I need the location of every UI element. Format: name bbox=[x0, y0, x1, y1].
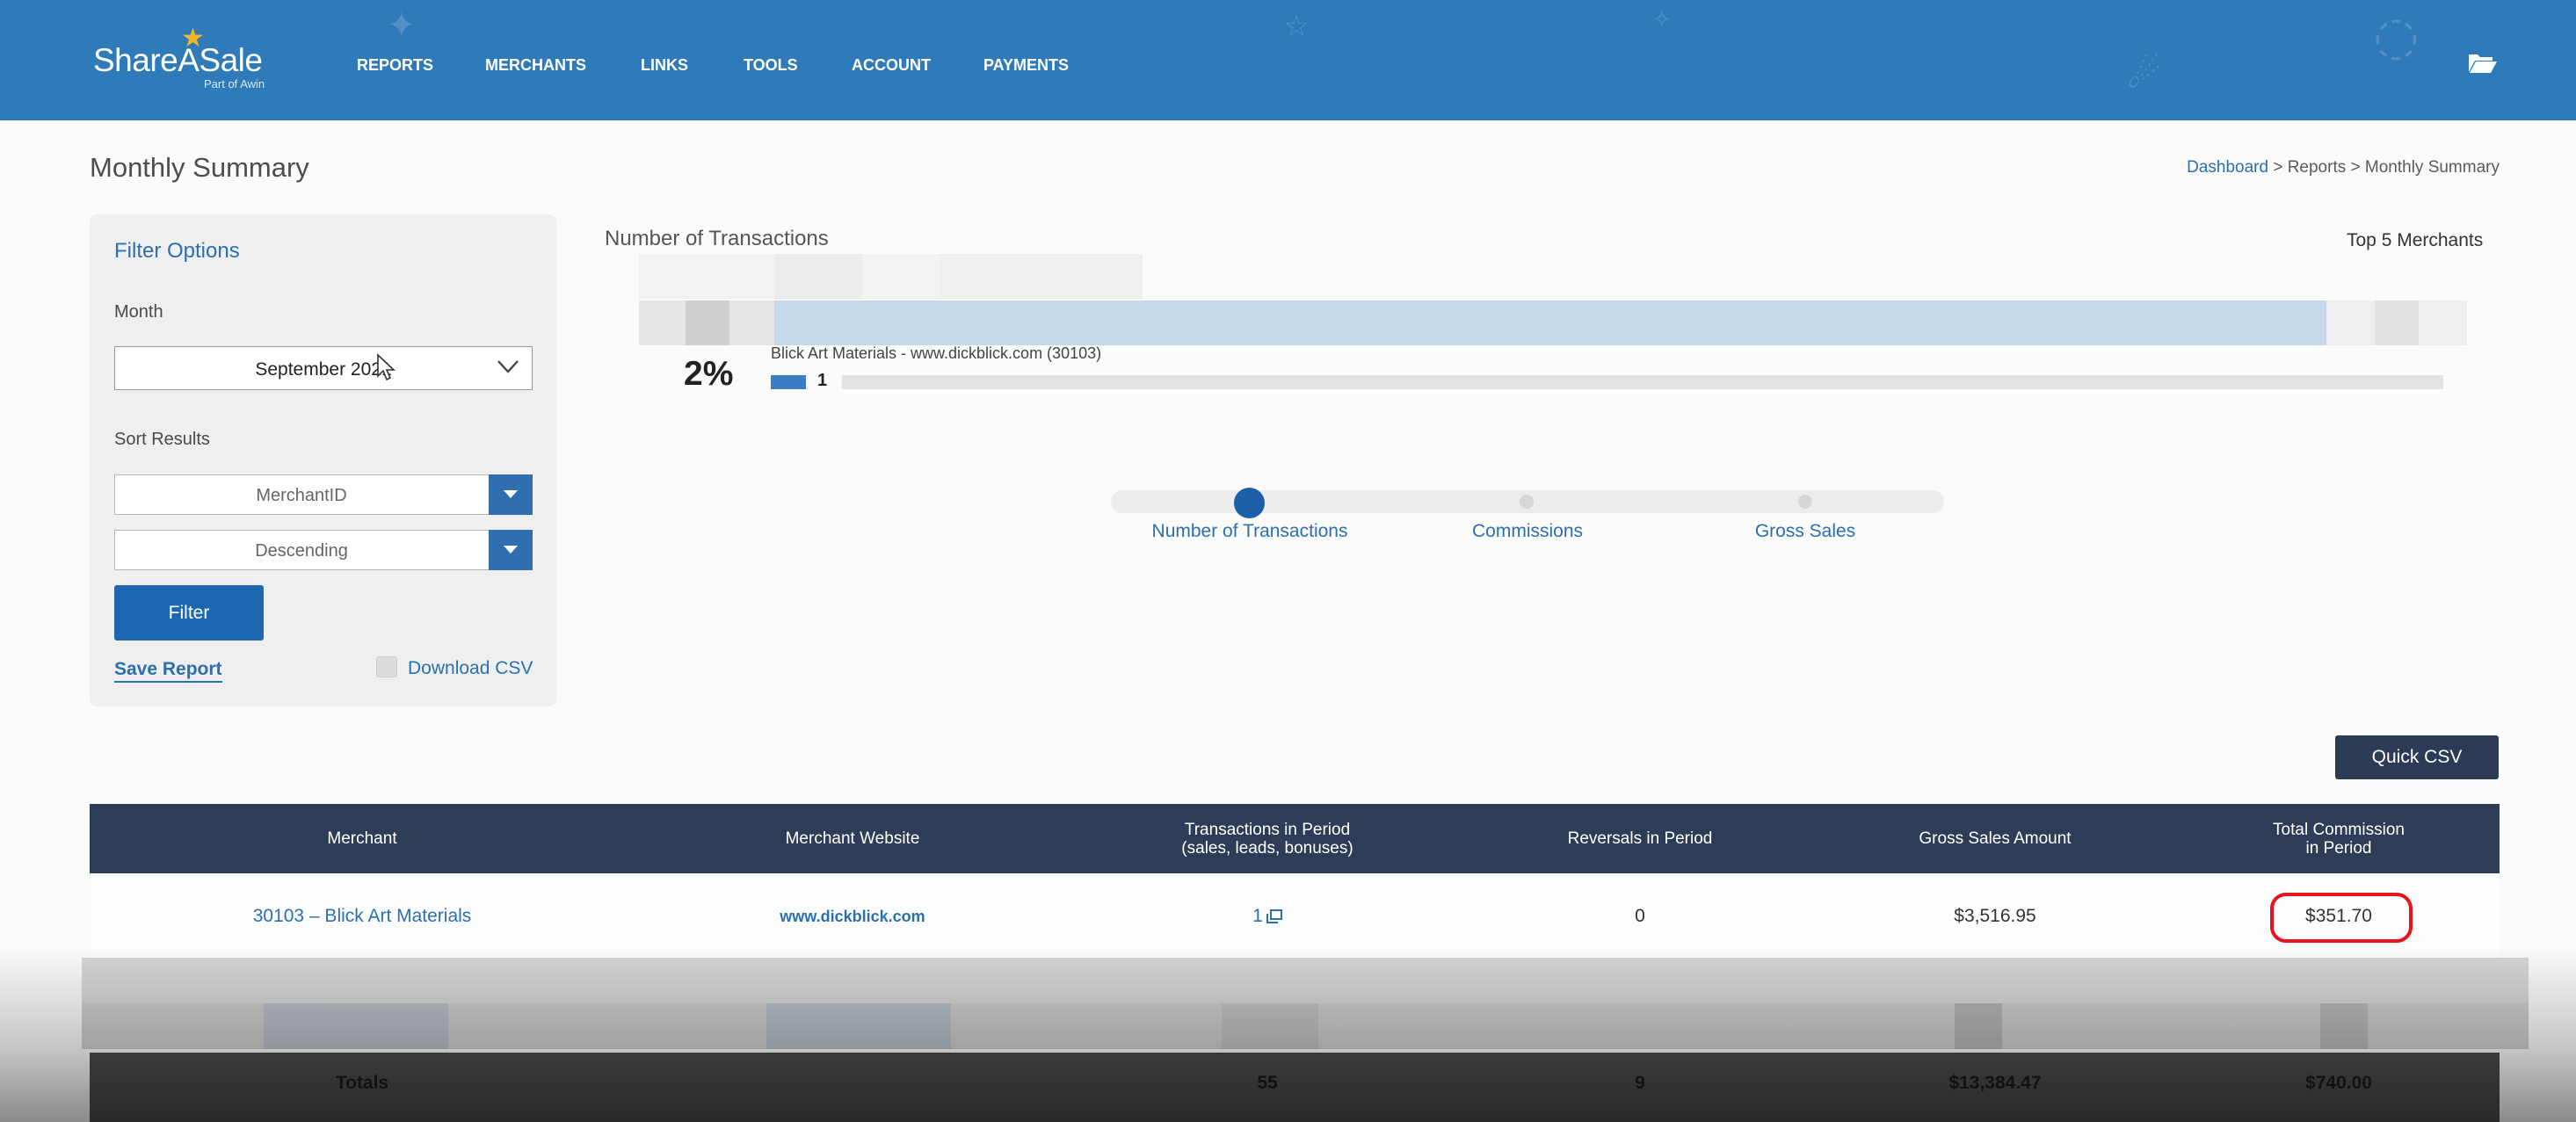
decorative-doodle: ☄ bbox=[2127, 53, 2162, 98]
sort-order-select[interactable]: Descending bbox=[114, 530, 533, 570]
main-nav: REPORTS MERCHANTS LINKS TOOLS ACCOUNT PA… bbox=[357, 56, 1107, 75]
caret-down-icon[interactable] bbox=[489, 474, 533, 515]
column-header-line: Total Commission bbox=[2273, 820, 2405, 839]
logo-text: ShareASale bbox=[93, 42, 263, 78]
column-header-line: (sales, leads, bonuses) bbox=[1181, 838, 1353, 858]
merchant-bar-label: Blick Art Materials - www.dickblick.com … bbox=[771, 344, 1102, 362]
transaction-count: 1 bbox=[817, 371, 828, 390]
nav-account[interactable]: ACCOUNT bbox=[852, 56, 983, 75]
blurred-region bbox=[1222, 1003, 1318, 1049]
totals-transactions: 55 bbox=[1257, 1073, 1278, 1093]
table-row: 30103 – Blick Art Materials www.dickblic… bbox=[90, 873, 2500, 959]
column-header-reversals[interactable]: Reversals in Period bbox=[1508, 804, 1772, 873]
blurred-region bbox=[686, 300, 729, 345]
save-report-link[interactable]: Save Report bbox=[114, 659, 222, 683]
blurred-region bbox=[940, 254, 1143, 300]
slider-knob-selected[interactable] bbox=[1234, 488, 1265, 518]
merchant-link[interactable]: 30103 – Blick Art Materials bbox=[186, 873, 538, 959]
breadcrumb-dashboard[interactable]: Dashboard bbox=[2187, 158, 2268, 177]
popup-window-icon[interactable] bbox=[1266, 909, 1282, 923]
sort-by-select[interactable]: MerchantID bbox=[114, 474, 533, 515]
breadcrumb-separator: > bbox=[2268, 158, 2288, 177]
breadcrumb: Dashboard > Reports > Monthly Summary bbox=[2187, 158, 2500, 177]
column-header-website[interactable]: Merchant Website bbox=[721, 804, 984, 873]
filter-title: Filter Options bbox=[114, 239, 240, 263]
column-header-commission[interactable]: Total Commission in Period bbox=[2207, 804, 2471, 873]
metric-option-gross-sales[interactable]: Gross Sales bbox=[1673, 521, 1937, 542]
legend-swatch bbox=[771, 375, 806, 389]
chevron-down-icon bbox=[497, 360, 519, 373]
month-select[interactable]: September 2021 bbox=[114, 346, 533, 390]
quick-csv-button[interactable]: Quick CSV bbox=[2335, 735, 2499, 779]
decorative-doodle: ✦ bbox=[387, 5, 417, 46]
breadcrumb-current: Monthly Summary bbox=[2364, 158, 2500, 177]
table-header: Merchant Merchant Website Transactions i… bbox=[90, 804, 2500, 873]
top-navigation-bar: ✦ ☆ ✧ ☄ ◌ ★ ShareASale Part of Awin REPO… bbox=[0, 0, 2576, 120]
gross-sales-cell: $3,516.95 bbox=[1954, 906, 2036, 926]
totals-gross-sales: $13,384.47 bbox=[1948, 1073, 2042, 1093]
reversals-cell: 0 bbox=[1635, 906, 1645, 926]
nav-merchants[interactable]: MERCHANTS bbox=[485, 56, 641, 75]
totals-label: Totals bbox=[335, 1073, 389, 1093]
blurred-region bbox=[774, 254, 862, 300]
sort-order-value: Descending bbox=[255, 541, 348, 561]
download-csv-label[interactable]: Download CSV bbox=[408, 658, 533, 679]
blurred-region bbox=[2375, 300, 2419, 345]
transactions-cell[interactable]: 1 bbox=[1223, 873, 1311, 959]
metric-option-commissions[interactable]: Commissions bbox=[1396, 521, 1659, 542]
nav-reports[interactable]: REPORTS bbox=[357, 56, 485, 75]
filter-panel: Filter Options Month September 2021 Sort… bbox=[90, 214, 556, 706]
metric-option-transactions[interactable]: Number of Transactions bbox=[1118, 521, 1382, 542]
month-label: Month bbox=[114, 302, 163, 322]
decorative-doodle: ◌ bbox=[2373, 5, 2420, 67]
blurred-region bbox=[264, 1003, 448, 1049]
nav-links[interactable]: LINKS bbox=[641, 56, 744, 75]
highlight-annotation bbox=[2270, 893, 2413, 943]
column-header-transactions[interactable]: Transactions in Period (sales, leads, bo… bbox=[1136, 804, 1399, 873]
page-title: Monthly Summary bbox=[90, 152, 309, 183]
totals-row: Totals 55 9 $13,384.47 $740.00 bbox=[90, 1053, 2500, 1122]
breadcrumb-reports[interactable]: Reports bbox=[2288, 158, 2347, 177]
mouse-cursor-icon bbox=[377, 353, 395, 381]
progress-track bbox=[842, 375, 2443, 389]
totals-reversals: 9 bbox=[1635, 1073, 1645, 1093]
blurred-row bbox=[82, 958, 2529, 1003]
caret-down-icon[interactable] bbox=[489, 530, 533, 570]
chart-title: Number of Transactions bbox=[605, 227, 829, 250]
merchant-website-link[interactable]: www.dickblick.com bbox=[721, 873, 984, 959]
slider-stop-gross-sales[interactable] bbox=[1798, 495, 1812, 509]
month-value: September 2021 bbox=[255, 359, 392, 380]
slider-stop-commissions[interactable] bbox=[1520, 495, 1534, 509]
share-percentage: 2% bbox=[684, 355, 734, 393]
sharesale-logo[interactable]: ★ ShareASale Part of Awin bbox=[93, 23, 287, 93]
column-header-gross-sales[interactable]: Gross Sales Amount bbox=[1863, 804, 2127, 873]
totals-commission: $740.00 bbox=[2305, 1073, 2372, 1093]
column-header-line: in Period bbox=[2305, 838, 2372, 858]
breadcrumb-separator: > bbox=[2346, 158, 2365, 177]
download-csv-checkbox[interactable] bbox=[376, 656, 397, 677]
blurred-region bbox=[1955, 1003, 2002, 1049]
nav-payments[interactable]: PAYMENTS bbox=[983, 56, 1107, 75]
blurred-region bbox=[2320, 1003, 2368, 1049]
logo-tagline: Part of Awin bbox=[204, 77, 265, 90]
merchant-bar bbox=[774, 300, 2326, 345]
transactions-value: 1 bbox=[1252, 906, 1263, 926]
column-header-line: Transactions in Period bbox=[1184, 820, 1351, 839]
top-merchants-label: Top 5 Merchants bbox=[2347, 230, 2484, 250]
decorative-doodle: ✧ bbox=[1652, 7, 1672, 33]
filter-button[interactable]: Filter bbox=[114, 585, 264, 641]
column-header-merchant[interactable]: Merchant bbox=[230, 804, 494, 873]
blurred-region bbox=[766, 1003, 951, 1049]
sort-by-value: MerchantID bbox=[256, 486, 347, 505]
nav-tools[interactable]: TOOLS bbox=[744, 56, 852, 75]
folder-open-icon[interactable] bbox=[2468, 51, 2498, 74]
decorative-doodle: ☆ bbox=[1283, 9, 1310, 44]
sort-label: Sort Results bbox=[114, 430, 210, 449]
